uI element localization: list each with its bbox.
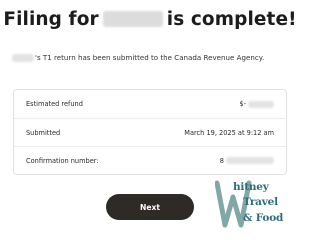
logo-text-line2: Travel [243,196,278,208]
redacted-name [12,54,34,62]
confirmation-value: 8 [220,157,274,165]
filing-summary-card: Estimated refund $- Submitted March 19, … [13,89,287,175]
submission-message: 's T1 return has been submitted to the C… [12,53,296,62]
confirmation-prefix: 8 [219,156,224,165]
title-prefix: Filing for [3,9,99,30]
logo-text-line1: hitney [233,181,269,193]
estimated-refund-row: Estimated refund $- [14,90,286,118]
watermark-logo: hitney Travel & Food [215,177,298,232]
title-suffix: is complete! [166,9,297,30]
confirmation-label: Confirmation number: [26,156,99,165]
next-button[interactable]: Next [106,194,194,220]
redacted-confirmation-number [226,157,274,164]
logo-text-line3: & Food [243,212,284,224]
submission-message-text: 's T1 return has been submitted to the C… [35,53,265,62]
estimated-refund-label: Estimated refund [26,100,83,108]
redacted-amount [248,100,274,108]
submitted-row: Submitted March 19, 2025 at 9:12 am [14,118,286,146]
redacted-name [102,11,163,27]
submitted-label: Submitted [26,128,61,137]
page-title: Filing for is complete! [0,9,300,30]
confirmation-row: Confirmation number: 8 [14,146,286,174]
estimated-refund-prefix: $- [239,100,246,108]
estimated-refund-value: $- [239,100,274,108]
submitted-value: March 19, 2025 at 9:12 am [184,128,274,137]
